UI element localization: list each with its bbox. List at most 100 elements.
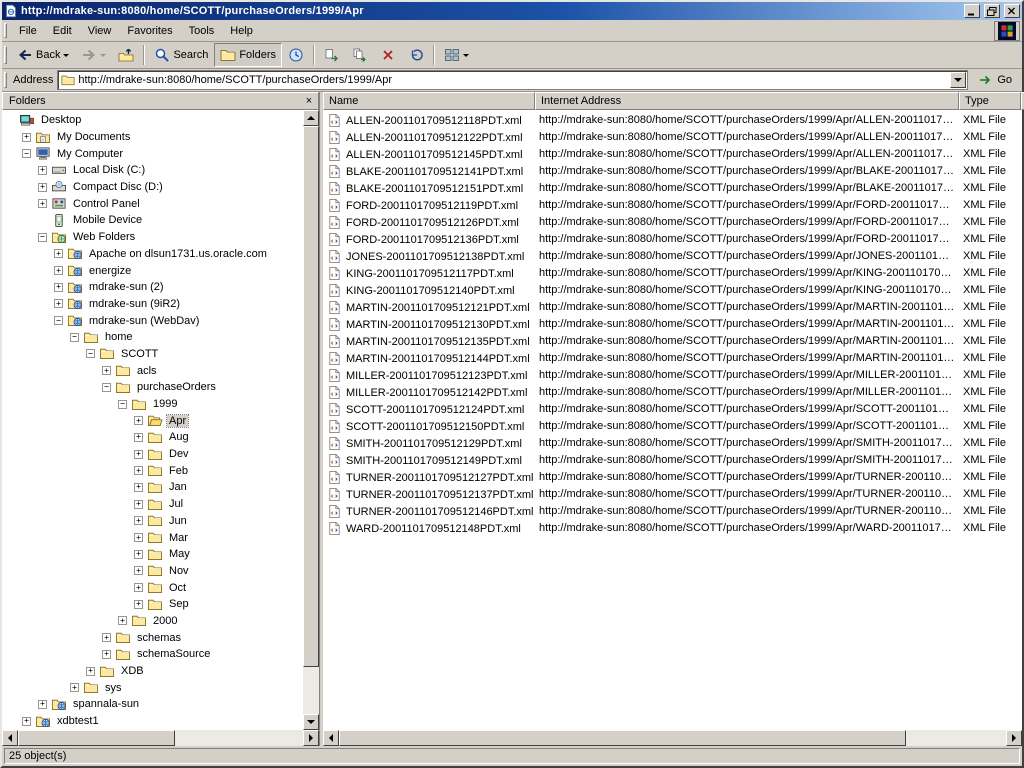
file-row-smith-2001101709512149pdt-xml[interactable]: SMITH-2001101709512149PDT.xmlhttp://mdra… xyxy=(323,452,1022,469)
scroll-up-button[interactable] xyxy=(303,110,319,126)
copy-to-button[interactable] xyxy=(346,43,374,67)
expand-plus-icon[interactable]: + xyxy=(134,483,143,492)
file-row-ford-2001101709512119pdt-xml[interactable]: FORD-2001101709512119PDT.xmlhttp://mdrak… xyxy=(323,197,1022,214)
restore-button[interactable] xyxy=(984,4,1000,18)
forward-button[interactable] xyxy=(75,43,112,67)
collapse-minus-icon[interactable]: − xyxy=(86,349,95,358)
tree-item-jan[interactable]: +Jan xyxy=(2,479,303,496)
tree-item-mobile-device[interactable]: Mobile Device xyxy=(2,212,303,229)
scroll-down-button[interactable] xyxy=(303,714,319,730)
tree-item-spannala-sun[interactable]: +spannala-sun xyxy=(2,696,303,713)
move-to-button[interactable] xyxy=(318,43,346,67)
tree-item-oct[interactable]: +Oct xyxy=(2,579,303,596)
close-folders-panel-button[interactable]: × xyxy=(302,95,316,108)
scroll-left-button[interactable] xyxy=(2,730,18,746)
file-row-martin-2001101709512135pdt-xml[interactable]: MARTIN-2001101709512135PDT.xmlhttp://mdr… xyxy=(323,333,1022,350)
scroll-thumb[interactable] xyxy=(303,126,319,667)
expand-plus-icon[interactable]: + xyxy=(134,516,143,525)
views-button[interactable] xyxy=(438,43,475,67)
tree-item-compact-disc-d[interactable]: +Compact Disc (D:) xyxy=(2,179,303,196)
expand-plus-icon[interactable]: + xyxy=(38,700,47,709)
file-row-king-2001101709512140pdt-xml[interactable]: KING-2001101709512140PDT.xmlhttp://mdrak… xyxy=(323,282,1022,299)
tree-item-home[interactable]: −home xyxy=(2,329,303,346)
tree-item-jul[interactable]: +Jul xyxy=(2,496,303,513)
expand-plus-icon[interactable]: + xyxy=(102,366,111,375)
scroll-track[interactable] xyxy=(303,126,319,714)
close-button[interactable] xyxy=(1004,4,1020,18)
history-button[interactable] xyxy=(282,43,310,67)
file-row-turner-2001101709512146pdt-xml[interactable]: TURNER-2001101709512146PDT.xmlhttp://mdr… xyxy=(323,503,1022,520)
tree-item-control-panel[interactable]: +Control Panel xyxy=(2,195,303,212)
file-row-jones-2001101709512138pdt-xml[interactable]: JONES-2001101709512138PDT.xmlhttp://mdra… xyxy=(323,248,1022,265)
expand-plus-icon[interactable]: + xyxy=(134,500,143,509)
expand-plus-icon[interactable]: + xyxy=(134,433,143,442)
expand-plus-icon[interactable]: + xyxy=(70,683,79,692)
file-row-smith-2001101709512129pdt-xml[interactable]: SMITH-2001101709512129PDT.xmlhttp://mdra… xyxy=(323,435,1022,452)
list-horizontal-scrollbar[interactable] xyxy=(323,730,1022,746)
expand-plus-icon[interactable]: + xyxy=(22,133,31,142)
tree-item-xdbtest1[interactable]: +xdbtest1 xyxy=(2,713,303,730)
tree-item-web-folders[interactable]: −Web Folders xyxy=(2,229,303,246)
menu-item-file[interactable]: File xyxy=(11,23,45,39)
file-row-ford-2001101709512126pdt-xml[interactable]: FORD-2001101709512126PDT.xmlhttp://mdrak… xyxy=(323,214,1022,231)
file-row-miller-2001101709512142pdt-xml[interactable]: MILLER-2001101709512142PDT.xmlhttp://mdr… xyxy=(323,384,1022,401)
file-row-blake-2001101709512151pdt-xml[interactable]: BLAKE-2001101709512151PDT.xmlhttp://mdra… xyxy=(323,180,1022,197)
file-row-king-2001101709512117pdt-xml[interactable]: KING-2001101709512117PDT.xmlhttp://mdrak… xyxy=(323,265,1022,282)
tree-item-my-documents[interactable]: +My Documents xyxy=(2,129,303,146)
menu-item-tools[interactable]: Tools xyxy=(181,23,223,39)
tree-item-sys[interactable]: +sys xyxy=(2,679,303,696)
expand-plus-icon[interactable]: + xyxy=(54,266,63,275)
expand-plus-icon[interactable]: + xyxy=(54,299,63,308)
tree-item-1999[interactable]: −1999 xyxy=(2,396,303,413)
menu-item-view[interactable]: View xyxy=(80,23,120,39)
expand-plus-icon[interactable]: + xyxy=(54,249,63,258)
expand-plus-icon[interactable]: + xyxy=(102,633,111,642)
tree-item-local-disk-c[interactable]: +Local Disk (C:) xyxy=(2,162,303,179)
tree-item-dev[interactable]: +Dev xyxy=(2,446,303,463)
tree-item-aug[interactable]: +Aug xyxy=(2,429,303,446)
expand-plus-icon[interactable]: + xyxy=(38,199,47,208)
file-row-turner-2001101709512137pdt-xml[interactable]: TURNER-2001101709512137PDT.xmlhttp://mdr… xyxy=(323,486,1022,503)
collapse-minus-icon[interactable]: − xyxy=(118,400,127,409)
tree-item-mdrake-sun-9ir2[interactable]: +mdrake-sun (9iR2) xyxy=(2,296,303,313)
scroll-thumb[interactable] xyxy=(339,730,906,746)
address-dropdown-button[interactable] xyxy=(950,72,966,88)
tree-item-desktop[interactable]: Desktop xyxy=(2,112,303,129)
scroll-track[interactable] xyxy=(18,730,303,746)
file-row-blake-2001101709512141pdt-xml[interactable]: BLAKE-2001101709512141PDT.xmlhttp://mdra… xyxy=(323,163,1022,180)
expand-plus-icon[interactable]: + xyxy=(134,416,143,425)
collapse-minus-icon[interactable]: − xyxy=(38,233,47,242)
collapse-minus-icon[interactable]: − xyxy=(22,149,31,158)
expand-plus-icon[interactable]: + xyxy=(134,450,143,459)
tree-item-schemasource[interactable]: +schemaSource xyxy=(2,646,303,663)
scroll-thumb[interactable] xyxy=(18,730,175,746)
address-combo[interactable] xyxy=(57,70,968,90)
tree-horizontal-scrollbar[interactable] xyxy=(2,730,319,746)
expand-plus-icon[interactable]: + xyxy=(102,650,111,659)
expand-plus-icon[interactable]: + xyxy=(134,466,143,475)
expand-plus-icon[interactable]: + xyxy=(134,550,143,559)
undo-button[interactable] xyxy=(402,43,430,67)
tree-item-schemas[interactable]: +schemas xyxy=(2,629,303,646)
up-button[interactable] xyxy=(112,43,140,67)
collapse-minus-icon[interactable]: − xyxy=(54,316,63,325)
tree-item-may[interactable]: +May xyxy=(2,546,303,563)
menu-item-edit[interactable]: Edit xyxy=(45,23,80,39)
file-row-allen-2001101709512145pdt-xml[interactable]: ALLEN-2001101709512145PDT.xmlhttp://mdra… xyxy=(323,146,1022,163)
go-button[interactable]: Go xyxy=(972,70,1018,91)
tree-item-mar[interactable]: +Mar xyxy=(2,529,303,546)
file-row-ward-2001101709512148pdt-xml[interactable]: WARD-2001101709512148PDT.xmlhttp://mdrak… xyxy=(323,520,1022,537)
file-row-allen-2001101709512122pdt-xml[interactable]: ALLEN-2001101709512122PDT.xmlhttp://mdra… xyxy=(323,129,1022,146)
address-input[interactable] xyxy=(78,73,947,87)
file-row-martin-2001101709512130pdt-xml[interactable]: MARTIN-2001101709512130PDT.xmlhttp://mdr… xyxy=(323,316,1022,333)
expand-plus-icon[interactable]: + xyxy=(118,616,127,625)
minimize-button[interactable] xyxy=(964,4,980,18)
file-row-miller-2001101709512123pdt-xml[interactable]: MILLER-2001101709512123PDT.xmlhttp://mdr… xyxy=(323,367,1022,384)
expand-plus-icon[interactable]: + xyxy=(22,717,31,726)
column-header-type[interactable]: Type xyxy=(959,92,1021,110)
tree-item-apr[interactable]: +Apr xyxy=(2,412,303,429)
scroll-left-button[interactable] xyxy=(323,730,339,746)
file-row-martin-2001101709512144pdt-xml[interactable]: MARTIN-2001101709512144PDT.xmlhttp://mdr… xyxy=(323,350,1022,367)
folders-button[interactable]: Folders xyxy=(214,43,282,67)
column-header-internet-address[interactable]: Internet Address xyxy=(535,92,959,110)
